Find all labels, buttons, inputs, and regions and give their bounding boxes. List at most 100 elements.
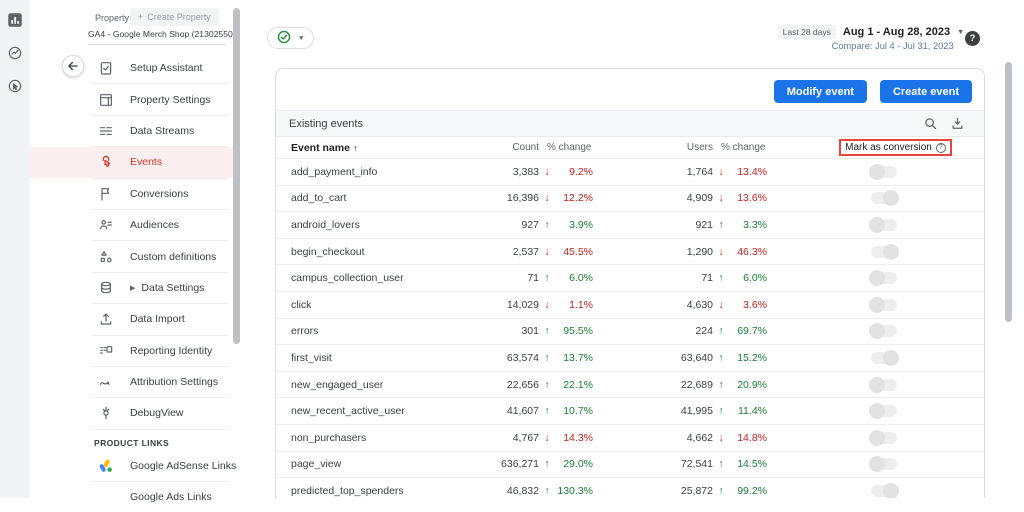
events-main: ▼ Last 28 days Aug 1 - Aug 28, 2023 ▼ Co… — [245, 0, 1024, 498]
column-event-name[interactable]: Event name ↑ — [276, 142, 491, 154]
data-collection-status-pill[interactable]: ▼ — [267, 27, 315, 49]
download-icon[interactable] — [944, 114, 971, 134]
sidebar-item-reporting-identity[interactable]: Reporting Identity — [30, 336, 238, 366]
table-row: begin_checkout 2,537 ↓ 45.5% 1,290 ↓ 46.3% — [276, 239, 984, 266]
sidebar-item-events[interactable]: Events — [30, 147, 238, 178]
property-name[interactable]: GA4 - Google Merch Shop (213025502) — [88, 29, 240, 45]
toggle-knob — [882, 349, 899, 366]
mark-as-conversion-toggle[interactable] — [868, 163, 897, 180]
arrow-up-icon: ↑ — [544, 484, 550, 497]
sidebar-item-data-streams[interactable]: Data Streams — [30, 116, 238, 146]
explore-pointer-icon[interactable] — [4, 75, 26, 97]
event-users: 224 — [695, 325, 713, 338]
count-change: 1.1% — [569, 298, 593, 311]
mark-as-conversion-toggle[interactable] — [868, 216, 897, 233]
adsense-icon — [98, 458, 114, 474]
arrow-up-icon: ↑ — [544, 272, 550, 285]
setup-assistant-icon — [98, 60, 114, 76]
table-row: android_lovers 927 ↑ 3.9% 921 ↑ 3.3% — [276, 212, 984, 239]
mark-as-conversion-toggle[interactable] — [870, 349, 899, 366]
modify-event-button[interactable]: Modify event — [773, 80, 867, 103]
event-actions: Modify event Create event — [276, 69, 984, 110]
mark-as-conversion-toggle[interactable] — [870, 482, 899, 498]
sidebar-item-google-ads-links[interactable]: Google Ads Links — [30, 482, 238, 512]
back-button[interactable] — [62, 55, 84, 77]
mark-as-conversion-toggle[interactable] — [870, 243, 899, 260]
arrow-up-icon: ↑ — [718, 272, 724, 285]
table-row: add_payment_info 3,383 ↓ 9.2% 1,764 ↓ 13.4% — [276, 159, 984, 186]
event-count: 71 — [527, 272, 539, 285]
toggle-knob — [868, 376, 885, 393]
mark-as-conversion-toggle[interactable] — [868, 323, 897, 340]
table-row: click 14,029 ↓ 1.1% 4,630 ↓ 3.6% — [276, 292, 984, 319]
sidebar-item-data-import[interactable]: Data Import — [30, 304, 238, 334]
help-icon[interactable]: ? — [965, 31, 980, 46]
chevron-down-icon[interactable]: ▼ — [957, 29, 964, 36]
sidebar-item-label: Google Ads Links — [130, 491, 212, 504]
question-circle-icon[interactable]: ? — [935, 142, 946, 153]
sidebar-item-audiences[interactable]: Audiences — [30, 210, 238, 240]
expand-arrow-icon[interactable]: ▶ — [130, 284, 135, 292]
sidebar-item-label: DebugView — [130, 407, 184, 420]
sidebar-item-label: Setup Assistant — [130, 62, 203, 75]
mark-as-conversion-toggle[interactable] — [870, 190, 899, 207]
sidebar-item-label: Attribution Settings — [130, 376, 219, 389]
count-change: 22.1% — [563, 378, 593, 391]
event-users: 921 — [695, 218, 713, 231]
toggle-knob — [868, 323, 885, 340]
event-count: 14,029 — [506, 298, 539, 311]
main-scrollbar[interactable] — [1005, 62, 1012, 322]
table-header-row: Event name ↑ Count % change Users % chang… — [276, 137, 984, 159]
sidebar-item-property-settings[interactable]: Property Settings — [30, 84, 238, 114]
mark-as-conversion-highlight: Mark as conversion ? — [839, 139, 952, 156]
date-range-block: Last 28 days Aug 1 - Aug 28, 2023 ▼ Comp… — [777, 25, 964, 51]
insights-icon[interactable] — [4, 42, 26, 64]
toggle-knob — [868, 429, 885, 446]
arrow-up-icon: ↑ — [718, 405, 724, 418]
sidebar-item-custom-definitions[interactable]: Custom definitions — [30, 241, 238, 271]
column-count[interactable]: Count — [491, 142, 539, 153]
sidebar-scrollbar[interactable] — [233, 8, 240, 344]
sidebar-item-conversions[interactable]: Conversions — [30, 179, 238, 209]
event-count: 636,271 — [501, 458, 539, 471]
arrow-down-icon: ↓ — [544, 245, 550, 258]
arrow-up-icon: ↑ — [718, 351, 724, 364]
arrow-up-icon: ↑ — [544, 325, 550, 338]
mark-as-conversion-toggle[interactable] — [868, 296, 897, 313]
table-row: first_visit 63,574 ↑ 13.7% 63,640 ↑ 15.2% — [276, 345, 984, 372]
sidebar-item-setup-assistant[interactable]: Setup Assistant — [30, 53, 238, 83]
sidebar-item-data-settings[interactable]: ▶ Data Settings — [30, 273, 238, 303]
mark-as-conversion-toggle[interactable] — [868, 376, 897, 393]
event-users: 63,640 — [680, 351, 713, 364]
arrow-up-icon: ↑ — [544, 458, 550, 471]
event-count: 63,574 — [506, 351, 539, 364]
create-property-button[interactable]: + Create Property — [130, 8, 219, 26]
toggle-knob — [868, 216, 885, 233]
event-count: 3,383 — [512, 165, 539, 178]
event-count: 16,396 — [506, 192, 539, 205]
users-change: 14.8% — [737, 431, 767, 444]
date-range-selector[interactable]: Aug 1 - Aug 28, 2023 — [843, 26, 950, 38]
product-links-header: PRODUCT LINKS — [94, 437, 170, 448]
events-icon — [98, 154, 114, 170]
data-settings-icon — [98, 280, 114, 296]
compare-range-text: Compare: Jul 4 - Jul 31, 2023 — [831, 41, 954, 51]
mark-as-conversion-toggle[interactable] — [868, 456, 897, 473]
sidebar-item-google-adsense-links[interactable]: Google AdSense Links — [30, 451, 238, 481]
create-event-button[interactable]: Create event — [879, 80, 972, 103]
table-row: errors 301 ↑ 95.5% 224 ↑ 69.7% — [276, 319, 984, 346]
arrow-down-icon: ↓ — [718, 192, 724, 205]
table-title: Existing events — [289, 117, 363, 130]
mark-as-conversion-toggle[interactable] — [868, 429, 897, 446]
mark-as-conversion-toggle[interactable] — [868, 403, 897, 420]
event-users: 41,995 — [680, 405, 713, 418]
event-count: 2,537 — [512, 245, 539, 258]
column-users[interactable]: Users — [593, 142, 713, 153]
search-icon[interactable] — [917, 114, 944, 134]
analytics-logo-icon[interactable] — [4, 9, 26, 31]
mark-as-conversion-toggle[interactable] — [868, 270, 897, 287]
sidebar-item-attribution-settings[interactable]: Attribution Settings — [30, 367, 238, 397]
sidebar-item-debugview[interactable]: DebugView — [30, 398, 238, 428]
event-users: 1,290 — [686, 245, 713, 258]
event-users: 1,764 — [686, 165, 713, 178]
